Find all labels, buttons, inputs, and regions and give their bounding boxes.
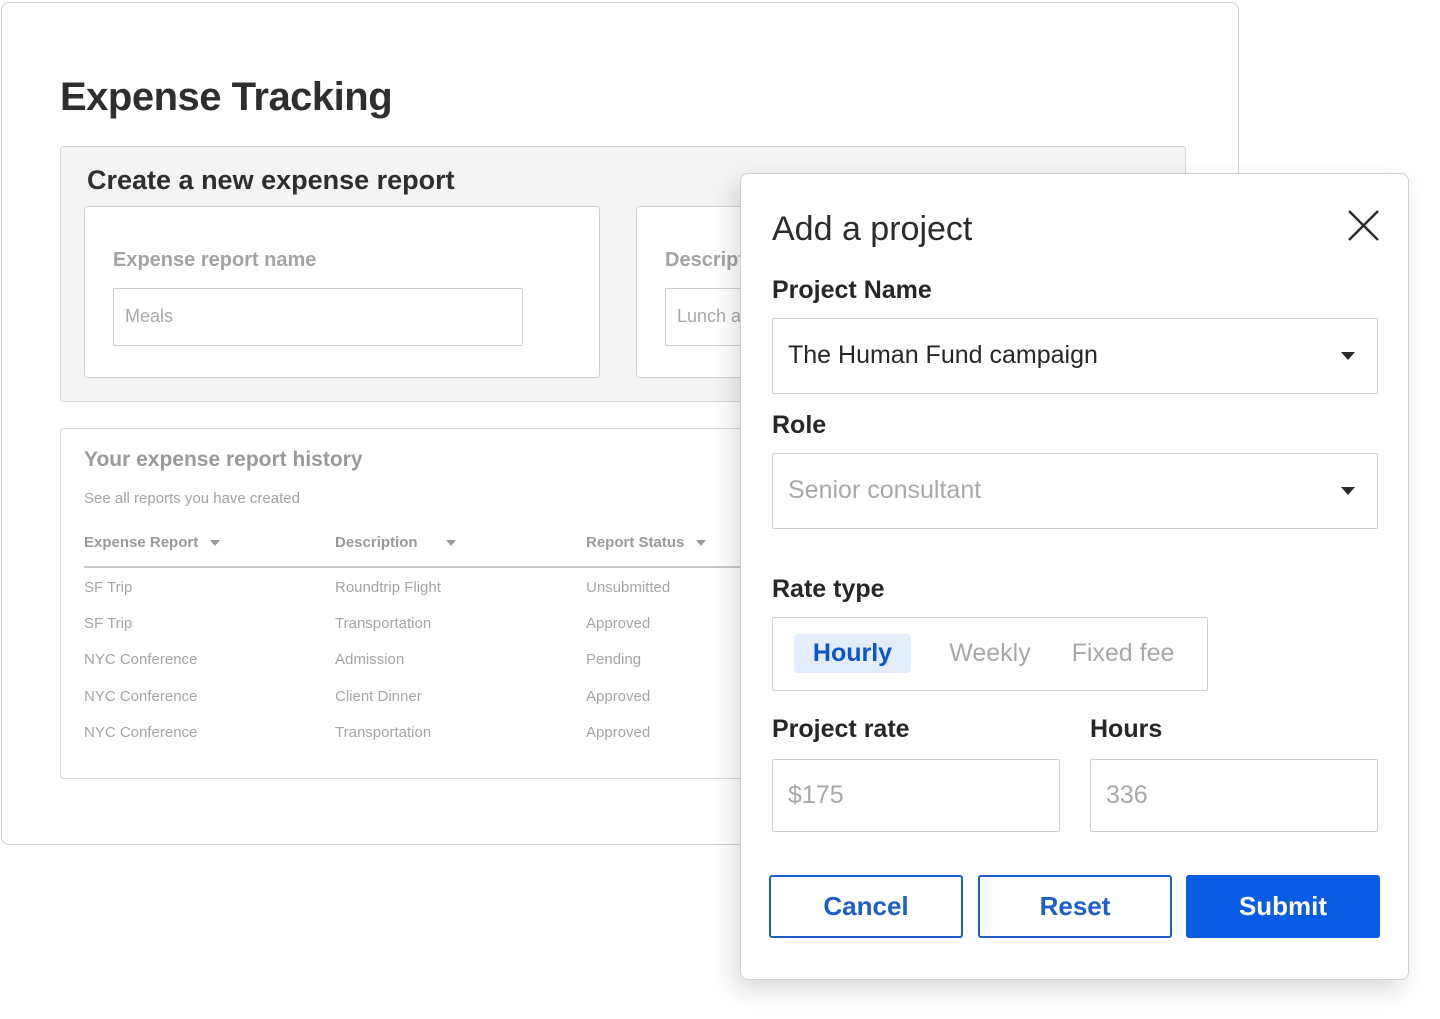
- cell-description: Transportation: [335, 615, 432, 633]
- cell-description: Roundtrip Flight: [335, 579, 441, 596]
- report-name-label: Expense report name: [113, 249, 317, 271]
- cell-description: Transportation: [335, 723, 432, 741]
- table-row[interactable]: SF Trip Transportation Approved: [84, 615, 774, 651]
- table-body: SF Trip Roundtrip Flight Unsubmitted SF …: [84, 579, 774, 760]
- chevron-down-icon: [1341, 352, 1355, 360]
- column-header-expense-report[interactable]: Expense Report: [84, 534, 221, 551]
- rate-type-segmented-control: Hourly Weekly Fixed fee: [772, 617, 1208, 691]
- sort-caret-icon[interactable]: [210, 540, 221, 547]
- project-rate-label: Project rate: [772, 715, 910, 743]
- table-row[interactable]: NYC Conference Admission Pending: [84, 651, 774, 687]
- rate-type-hourly[interactable]: Hourly: [794, 634, 911, 673]
- rate-type-label: Rate type: [772, 575, 885, 603]
- column-header-description[interactable]: Description: [335, 534, 456, 551]
- table-row[interactable]: NYC Conference Transportation Approved: [84, 724, 774, 760]
- cell-report: NYC Conference: [84, 687, 198, 705]
- project-name-select[interactable]: The Human Fund campaign: [772, 318, 1378, 394]
- create-report-title: Create a new expense report: [87, 165, 455, 195]
- cell-description: Client Dinner: [335, 687, 422, 705]
- cell-status: Approved: [586, 615, 651, 633]
- chevron-down-icon: [1341, 487, 1355, 495]
- cell-report: NYC Conference: [84, 723, 198, 741]
- role-select[interactable]: Senior consultant: [772, 453, 1378, 529]
- cell-status: Pending: [586, 651, 642, 669]
- cell-report: NYC Conference: [84, 651, 198, 669]
- sort-caret-icon[interactable]: [445, 540, 456, 547]
- project-name-value: The Human Fund campaign: [788, 341, 1098, 369]
- cancel-button[interactable]: Cancel: [769, 875, 963, 938]
- table-row[interactable]: SF Trip Roundtrip Flight Unsubmitted: [84, 579, 774, 615]
- project-name-label: Project Name: [772, 276, 932, 304]
- rate-type-weekly[interactable]: Weekly: [937, 634, 1043, 673]
- role-label: Role: [772, 411, 827, 439]
- close-icon[interactable]: [1343, 206, 1383, 246]
- column-header-report-status[interactable]: Report Status: [586, 534, 707, 551]
- submit-button[interactable]: Submit: [1186, 875, 1380, 938]
- reset-button[interactable]: Reset: [978, 875, 1172, 938]
- hours-input[interactable]: 336: [1090, 759, 1378, 832]
- history-title: Your expense report history: [84, 448, 363, 471]
- sort-caret-icon[interactable]: [696, 540, 707, 547]
- table-row[interactable]: NYC Conference Client Dinner Approved: [84, 688, 774, 724]
- history-panel: Your expense report history See all repo…: [60, 428, 780, 779]
- cell-status: Approved: [586, 687, 651, 705]
- add-project-modal: Add a project Project Name The Human Fun…: [740, 173, 1409, 980]
- history-subtitle: See all reports you have created: [84, 490, 300, 507]
- cell-status: Unsubmitted: [586, 579, 671, 596]
- project-rate-input[interactable]: $175: [772, 759, 1060, 832]
- report-name-input[interactable]: Meals: [113, 288, 523, 346]
- cell-report: SF Trip: [84, 615, 133, 633]
- column-header-label: Expense Report: [84, 534, 199, 551]
- report-name-card: Expense report name Meals: [84, 206, 600, 378]
- cell-report: SF Trip: [84, 579, 133, 596]
- role-placeholder: Senior consultant: [788, 476, 982, 504]
- cell-description: Admission: [335, 651, 405, 669]
- table-header: Expense Report Description Report Status: [84, 532, 774, 568]
- modal-title: Add a project: [772, 210, 973, 248]
- cell-status: Approved: [586, 723, 651, 741]
- column-header-label: Description: [335, 534, 418, 551]
- column-header-label: Report Status: [586, 534, 685, 551]
- page-title: Expense Tracking: [60, 75, 393, 119]
- hours-label: Hours: [1090, 715, 1163, 743]
- rate-type-fixed-fee[interactable]: Fixed fee: [1063, 634, 1183, 673]
